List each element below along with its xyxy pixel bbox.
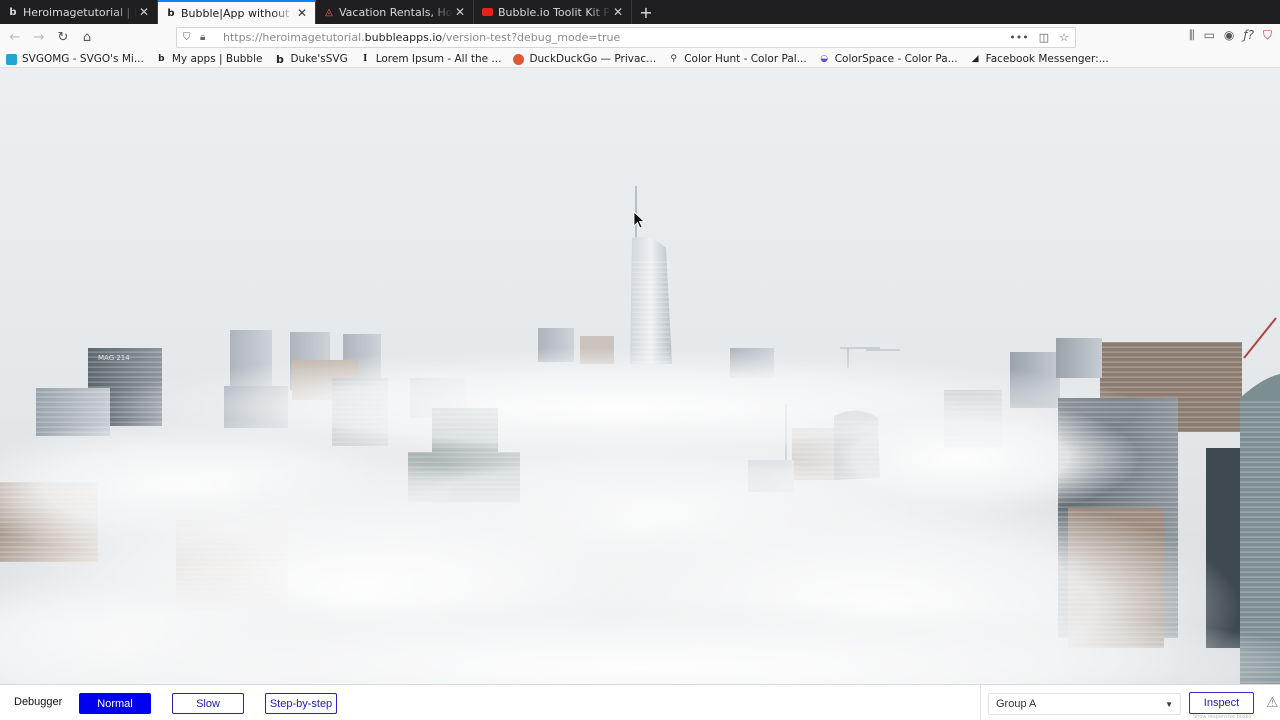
close-icon[interactable]: ✕ <box>453 5 467 19</box>
ublock-shield-icon[interactable]: ⛉ <box>1263 28 1272 43</box>
tab-bubble-app[interactable]: b Bubble|App without code ✕ <box>158 0 316 24</box>
tab-title: Bubble|App without code <box>181 6 295 20</box>
airbnb-icon: ◬ <box>325 6 333 18</box>
lorem-icon: I <box>363 54 368 64</box>
tab-heroimagetutorial[interactable]: b Heroimagetutorial | Bubble ✕ <box>0 0 158 24</box>
address-bar[interactable]: ⛉ 🔒︎ https://heroimagetutorial.bubbleapp… <box>176 27 1076 48</box>
debugger-label: Debugger <box>14 696 63 708</box>
warning-icon[interactable]: ⚠ <box>1266 695 1280 711</box>
svgomg-icon <box>6 53 17 65</box>
library-icon[interactable]: ⫼ <box>1189 28 1195 43</box>
home-icon[interactable]: ⌂ <box>76 27 98 49</box>
lock-icon: 🔒︎ <box>200 32 206 43</box>
city-in-clouds-image: MAG 214 <box>0 68 1280 684</box>
bookmark-facebook-messenger[interactable]: ◢ Facebook Messenger:... <box>970 53 1109 65</box>
colorhunt-icon: ⚲ <box>670 54 677 64</box>
svg-text:MAG 214: MAG 214 <box>98 354 130 362</box>
new-tab-button[interactable]: + <box>632 0 660 24</box>
close-icon[interactable]: ✕ <box>295 6 309 20</box>
cloud-layer <box>0 348 1280 684</box>
bubble-icon: b <box>9 6 17 18</box>
bubble-icon: b <box>276 52 284 66</box>
reload-icon[interactable]: ↻ <box>52 27 74 49</box>
colorspace-icon: ◒ <box>820 54 829 64</box>
mode-normal-button[interactable]: Normal <box>79 693 151 714</box>
youtube-icon <box>482 8 493 16</box>
tab-vacation-rentals[interactable]: ◬ Vacation Rentals, Homes ✕ <box>316 0 474 24</box>
bookmark-svgomg[interactable]: SVGOMG - SVGO's Mi... <box>6 53 144 65</box>
more-icon[interactable]: ••• <box>1009 31 1028 44</box>
tab-title: Heroimagetutorial | Bubble <box>23 5 137 19</box>
shield-icon: ⛉ <box>183 32 191 43</box>
bubble-icon: b <box>167 7 175 19</box>
messenger-icon: ◢ <box>971 54 979 64</box>
bookmark-lorem-ipsum[interactable]: I Lorem Ipsum - All the ... <box>360 53 501 65</box>
inspect-button[interactable]: Inspect <box>1189 692 1254 714</box>
bookmark-star-icon[interactable]: ☆ <box>1059 31 1069 44</box>
responsive-boxes-toggle[interactable]: Show responsive boxes <box>1193 714 1251 720</box>
navigation-toolbar: ← → ↻ ⌂ ⛉ 🔒︎ https://heroimagetutorial.b… <box>0 24 1280 51</box>
forward-arrow-icon[interactable]: → <box>28 27 50 49</box>
chevron-down-icon: ▼ <box>1165 699 1173 709</box>
back-arrow-icon[interactable]: ← <box>4 27 26 49</box>
duckduckgo-icon <box>513 53 525 65</box>
sidebar-icon[interactable]: ▭ <box>1204 28 1215 43</box>
debugger-divider <box>980 685 981 720</box>
bookmarks-toolbar: SVGOMG - SVGO's Mi... b My apps | Bubble… <box>0 51 1280 68</box>
bookmark-color-hunt[interactable]: ⚲ Color Hunt - Color Pal... <box>668 53 806 65</box>
tab-strip: b Heroimagetutorial | Bubble ✕ b Bubble|… <box>0 0 1280 24</box>
bubble-icon: b <box>158 54 165 64</box>
bookmark-colorspace[interactable]: ◒ ColorSpace - Color Pa... <box>819 53 957 65</box>
bubble-debugger: Debugger Normal Slow Step-by-step Group … <box>0 684 1280 720</box>
bookmark-dukes-svg[interactable]: b Duke'sSVG <box>274 52 348 66</box>
close-icon[interactable]: ✕ <box>611 5 625 19</box>
hero-image: MAG 214 <box>0 68 1280 684</box>
extension-icon[interactable]: ƒ? <box>1243 28 1254 43</box>
bookmark-duckduckgo[interactable]: DuckDuckGo — Privac... <box>513 53 656 65</box>
mode-step-by-step-button[interactable]: Step-by-step <box>265 693 337 714</box>
pocket-icon[interactable]: ◫ <box>1039 31 1049 44</box>
close-icon[interactable]: ✕ <box>137 5 151 19</box>
tab-title: Vacation Rentals, Homes <box>339 5 453 19</box>
tab-bubble-toolkit[interactable]: Bubble.io Toolit Kit Plugin ✕ <box>474 0 632 24</box>
mode-slow-button[interactable]: Slow <box>172 693 244 714</box>
url-text: https://heroimagetutorial.bubbleapps.io/… <box>223 31 621 44</box>
bookmark-my-apps[interactable]: b My apps | Bubble <box>156 53 262 65</box>
element-select-dropdown[interactable]: Group A ▼ <box>988 693 1181 715</box>
tab-title: Bubble.io Toolit Kit Plugin <box>498 5 611 19</box>
account-icon[interactable]: ◉ <box>1224 28 1234 43</box>
